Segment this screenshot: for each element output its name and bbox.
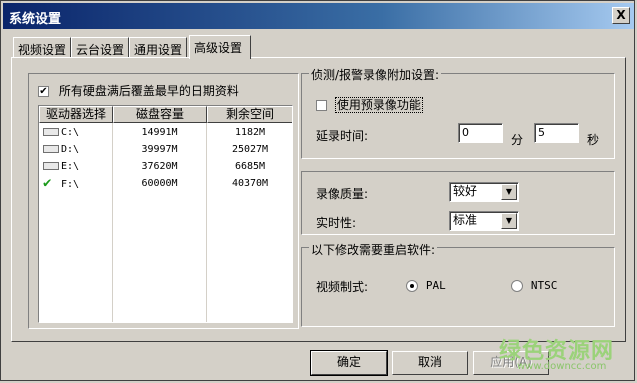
hard-drive-icon xyxy=(43,162,59,170)
drive-list[interactable]: 驱动器选择 磁盘容量 剩余空间 C:\ 14991M 1182M D:\ 399… xyxy=(38,105,293,323)
drive-row[interactable]: E:\ 37620M 6685M xyxy=(39,158,292,175)
realtime-select[interactable]: 标准 ▼ xyxy=(449,211,519,231)
drive-row[interactable]: D:\ 39997M 25027M xyxy=(39,141,292,158)
minutes-input[interactable]: 0 xyxy=(458,123,503,143)
quality-label: 录像质量: xyxy=(316,187,369,201)
video-format-label: 视频制式: xyxy=(316,280,369,294)
cancel-button-label: 取消 xyxy=(417,355,442,369)
chevron-down-icon[interactable]: ▼ xyxy=(501,184,517,200)
drive-capacity: 37620M xyxy=(141,161,178,172)
watermark-url: www.downcc.com xyxy=(517,361,607,372)
realtime-value: 标准 xyxy=(453,213,478,227)
drive-row[interactable]: ✔ F:\ 60000M 40370M xyxy=(39,175,292,192)
drive-capacity: 60000M xyxy=(141,178,178,189)
settings-dialog: 系统设置 X 视频设置 云台设置 通用设置 高级设置 ✔ 所有硬盘满后覆盖最早的… xyxy=(0,0,635,381)
column-header-free[interactable]: 剩余空间 xyxy=(207,106,292,123)
drive-free: 40370M xyxy=(231,178,269,189)
restart-group-title: 以下修改需要重启软件: xyxy=(309,241,438,258)
tab-video[interactable]: 视频设置 xyxy=(13,37,71,57)
close-button[interactable]: X xyxy=(612,7,630,24)
ntsc-radio-row[interactable]: NTSC xyxy=(511,278,557,292)
drive-free: 1182M xyxy=(234,127,266,138)
minutes-unit: 分 xyxy=(511,133,524,147)
pal-label: PAL xyxy=(425,279,446,292)
seconds-unit: 秒 xyxy=(587,133,600,147)
quality-select[interactable]: 较好 ▼ xyxy=(449,182,519,202)
drive-letter: C:\ xyxy=(61,127,80,138)
overwrite-checkbox-label: 所有硬盘满后覆盖最早的日期资料 xyxy=(58,84,239,98)
hard-drive-icon xyxy=(43,145,59,153)
pal-radio[interactable] xyxy=(406,279,418,292)
ntsc-radio[interactable] xyxy=(511,279,523,292)
tab-ptz[interactable]: 云台设置 xyxy=(71,37,129,57)
chevron-down-icon[interactable]: ▼ xyxy=(501,213,517,229)
drive-letter: D:\ xyxy=(61,144,80,155)
drive-capacity: 14991M xyxy=(141,127,178,138)
overwrite-checkbox-row[interactable]: ✔ 所有硬盘满后覆盖最早的日期资料 xyxy=(38,82,239,99)
prerecord-checkbox-row[interactable]: 使用预录像功能 xyxy=(316,96,423,113)
window-title: 系统设置 xyxy=(9,12,62,27)
checkmark-icon: ✔ xyxy=(43,175,52,191)
pal-radio-row[interactable]: PAL xyxy=(406,278,446,292)
quality-value: 较好 xyxy=(453,184,478,198)
close-icon: X xyxy=(616,8,626,22)
drive-free: 6685M xyxy=(234,161,266,172)
title-bar[interactable]: 系统设置 X xyxy=(3,3,634,29)
record-settings-title: 侦测/报警录像附加设置: xyxy=(309,66,442,83)
drive-row[interactable]: C:\ 14991M 1182M xyxy=(39,124,292,141)
seconds-input[interactable]: 5 xyxy=(534,123,579,143)
tab-general[interactable]: 通用设置 xyxy=(129,37,187,57)
ok-button[interactable]: 确定 xyxy=(310,350,388,376)
delay-label: 延录时间: xyxy=(316,129,369,143)
column-header-capacity[interactable]: 磁盘容量 xyxy=(113,106,207,123)
tab-advanced[interactable]: 高级设置 xyxy=(189,35,251,59)
column-header-drive[interactable]: 驱动器选择 xyxy=(39,106,113,123)
cancel-button[interactable]: 取消 xyxy=(392,351,468,375)
hard-drive-icon xyxy=(43,128,59,136)
drive-free: 25027M xyxy=(231,144,269,155)
drive-letter: E:\ xyxy=(61,161,80,172)
realtime-label: 实时性: xyxy=(316,216,357,230)
record-settings-group xyxy=(301,73,615,159)
ok-button-label: 确定 xyxy=(336,355,361,369)
prerecord-checkbox[interactable] xyxy=(316,100,327,111)
overwrite-checkbox[interactable]: ✔ xyxy=(38,86,49,97)
drive-capacity: 39997M xyxy=(141,144,178,155)
ntsc-label: NTSC xyxy=(530,279,558,292)
drive-letter: F:\ xyxy=(61,179,80,190)
prerecord-label: 使用预录像功能 xyxy=(334,97,423,113)
